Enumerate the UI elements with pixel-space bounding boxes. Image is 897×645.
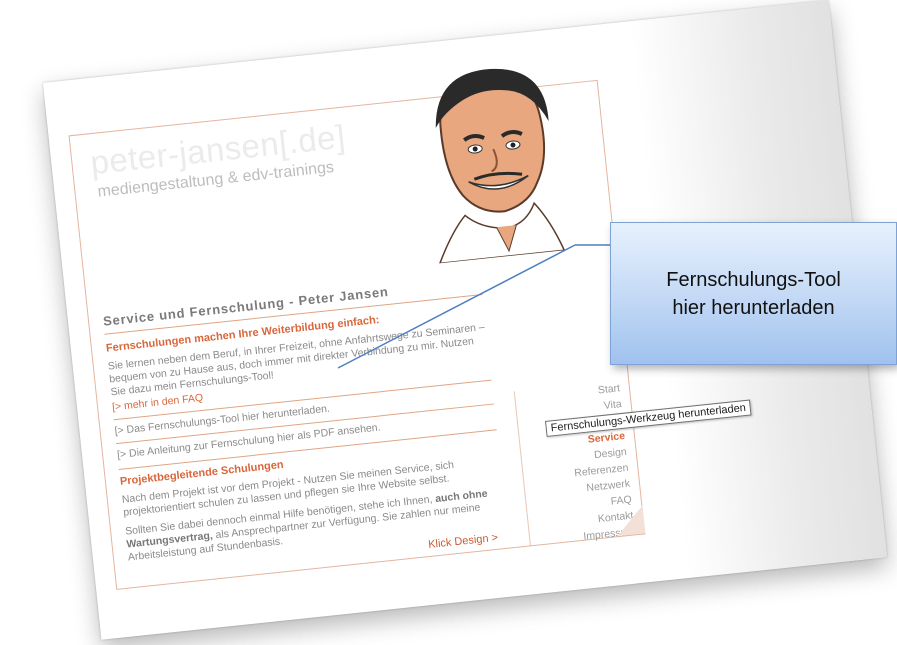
website-frame: peter-jansen[.de] mediengestaltung & edv…	[68, 69, 646, 590]
caricature-portrait	[435, 69, 566, 265]
page-curl-corner	[614, 505, 646, 537]
callout-box: Fernschulungs-Tool hier herunterladen	[610, 222, 897, 365]
callout-text: Fernschulungs-Tool hier herunterladen	[666, 266, 841, 322]
main-content: Service und Fernschulung - Peter Jansen …	[102, 274, 508, 582]
site-navigation: Start Vita Seminare Service Design Refer…	[513, 379, 646, 546]
callout-line-1: Fernschulungs-Tool	[666, 268, 841, 291]
callout-line-2: hier herunterladen	[672, 296, 835, 319]
